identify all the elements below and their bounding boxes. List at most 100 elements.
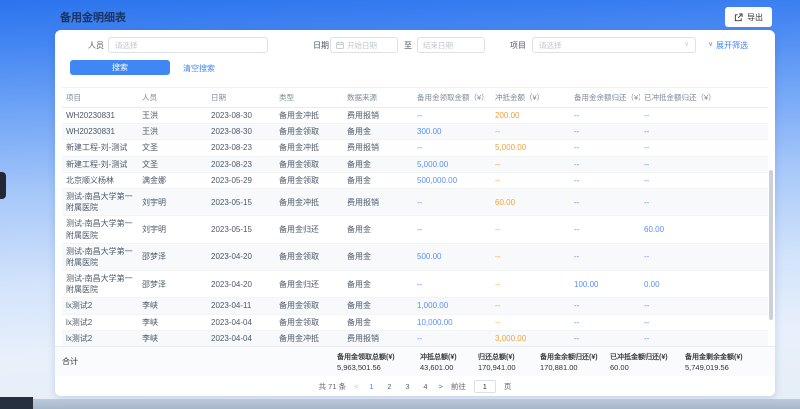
cell-offset: 60.00 [491,188,570,215]
cell-source: 备用金 [343,298,413,314]
cell-person: 王洪 [138,108,207,124]
table-row[interactable]: WH20230831王洪2023-08-30备用金领取备用金300.00----… [62,124,768,140]
cell-balance_return: -- [570,156,640,172]
cell-offset: -- [491,243,570,270]
table-row[interactable]: 新建工程-刘-测试文圣2023-08-23备用金冲抵费用报销--5,000.00… [62,140,768,156]
date-start-placeholder: 开始日期 [347,40,377,51]
table-scrollbar[interactable] [769,170,773,320]
goto-page-label: 前往 [451,381,466,392]
summary-stat-value: 170,881.00 [540,363,610,372]
cell-offset: -- [491,271,570,298]
table-header-row: 项目人员日期类型数据来源备用金领取金额（¥）冲抵金额（¥）备用金余额归还（¥）已… [62,88,768,108]
cell-date: 2023-08-30 [207,124,275,140]
summary-stat-label: 归还总额(¥) [478,352,540,362]
project-select[interactable]: 请选择 ∨ [532,37,696,53]
cell-received: -- [413,330,491,346]
cell-source: 备用金 [343,216,413,243]
cell-project: 新建工程-刘-测试 [62,156,138,172]
cell-balance_return: -- [570,314,640,330]
table-row[interactable]: 测试-南昌大学第一附属医院刘宇明2023-05-15备用金冲抵费用报销--60.… [62,188,768,215]
cell-balance_return: -- [570,124,640,140]
cell-offset_return: -- [640,140,768,156]
cell-person: 文圣 [138,156,207,172]
cell-received: 5,000.00 [413,156,491,172]
table-row[interactable]: 测试-南昌大学第一附属医院邵梦泽2023-04-20备用金领取备用金500.00… [62,243,768,270]
cell-date: 2023-05-29 [207,172,275,188]
cell-type: 备用金归还 [275,271,343,298]
column-header-offset: 冲抵金额（¥） [491,88,570,108]
cell-balance_return: -- [570,172,640,188]
goto-page-input[interactable] [474,380,496,393]
page-number-button[interactable]: 1 [367,382,377,391]
column-header-balance_return: 备用金余额归还（¥） [570,88,640,108]
person-select-input[interactable] [108,37,268,53]
pagination-total: 共 71 条 [319,381,347,392]
next-page-button[interactable]: > [439,382,443,391]
cell-received: 500.00 [413,243,491,270]
cell-person: 李峡 [138,314,207,330]
column-header-offset_return: 已冲抵金额归还（¥） [640,88,768,108]
cell-source: 备用金 [343,156,413,172]
table-row[interactable]: 北京顺义杨林满金娜2023-05-29备用金领取备用金500,000.00---… [62,172,768,188]
export-button[interactable]: 导出 [725,7,772,27]
search-button[interactable]: 搜索 [70,60,170,75]
cell-type: 备用金冲抵 [275,140,343,156]
prev-page-button[interactable]: < [354,382,358,391]
cell-offset_return: -- [640,298,768,314]
date-end-input[interactable]: 结束日期 [417,37,485,53]
column-header-received: 备用金领取金额（¥） [413,88,491,108]
cell-date: 2023-05-15 [207,188,275,215]
date-start-input[interactable]: 开始日期 [330,37,398,53]
page-number-button[interactable]: 3 [403,382,413,391]
cell-source: 费用报销 [343,330,413,346]
expand-filters-link[interactable]: ∨ 展开筛选 [708,40,748,51]
table-row[interactable]: WH20230831王洪2023-08-30备用金冲抵费用报销--200.00-… [62,108,768,124]
cell-person: 邵梦泽 [138,271,207,298]
expand-filters-label: 展开筛选 [716,40,748,51]
column-header-source: 数据来源 [343,88,413,108]
cell-balance_return: 100.00 [570,271,640,298]
cell-date: 2023-05-15 [207,216,275,243]
cell-source: 备用金 [343,243,413,270]
summary-stat-value: 5,749,019.56 [685,363,775,372]
cell-person: 李峡 [138,330,207,346]
table-row[interactable]: 新建工程-刘-测试文圣2023-08-23备用金领取备用金5,000.00---… [62,156,768,172]
cell-source: 备用金 [343,271,413,298]
cell-balance_return: -- [570,140,640,156]
calendar-icon [336,41,344,49]
table-row[interactable]: lx测试2李峡2023-04-04备用金冲抵费用报销--3,000.00---- [62,330,768,346]
cell-received: -- [413,140,491,156]
summary-row: 合计 备用金领取总额(¥)5,963,501.56冲抵总额(¥)43,601.0… [55,346,775,376]
cell-person: 文圣 [138,140,207,156]
table-row[interactable]: lx测试2李峡2023-04-04备用金领取备用金10,000.00------ [62,314,768,330]
clear-search-link[interactable]: 清空搜索 [183,63,215,74]
cell-offset_return: -- [640,124,768,140]
cell-date: 2023-04-04 [207,314,275,330]
cell-type: 备用金归还 [275,216,343,243]
cell-received: -- [413,108,491,124]
table-row[interactable]: lx测试2李峡2023-04-11备用金领取备用金1,000.00------ [62,298,768,314]
date-end-placeholder: 结束日期 [423,40,453,51]
date-separator: 至 [404,40,412,51]
cell-received: 300.00 [413,124,491,140]
page-number-button[interactable]: 2 [385,382,395,391]
cell-date: 2023-04-04 [207,330,275,346]
cell-source: 备用金 [343,124,413,140]
cell-project: 测试-南昌大学第一附属医院 [62,188,138,215]
cell-offset_return: -- [640,330,768,346]
column-header-date: 日期 [207,88,275,108]
table-row[interactable]: 测试-南昌大学第一附属医院刘宇明2023-05-15备用金归还备用金------… [62,216,768,243]
cell-received: 10,000.00 [413,314,491,330]
cell-balance_return: -- [570,188,640,215]
project-placeholder: 请选择 [539,40,562,51]
summary-stat-label: 备用金余额归还(¥) [540,352,610,362]
cell-received: -- [413,271,491,298]
summary-stat-value: 60.00 [610,363,685,372]
cell-received: 1,000.00 [413,298,491,314]
page-number-button[interactable]: 4 [421,382,431,391]
cell-offset_return: -- [640,188,768,215]
cell-type: 备用金领取 [275,124,343,140]
drawer-handle[interactable] [0,172,6,199]
cell-offset_return: -- [640,172,768,188]
table-row[interactable]: 测试-南昌大学第一附属医院邵梦泽2023-04-20备用金归还备用金----10… [62,271,768,298]
